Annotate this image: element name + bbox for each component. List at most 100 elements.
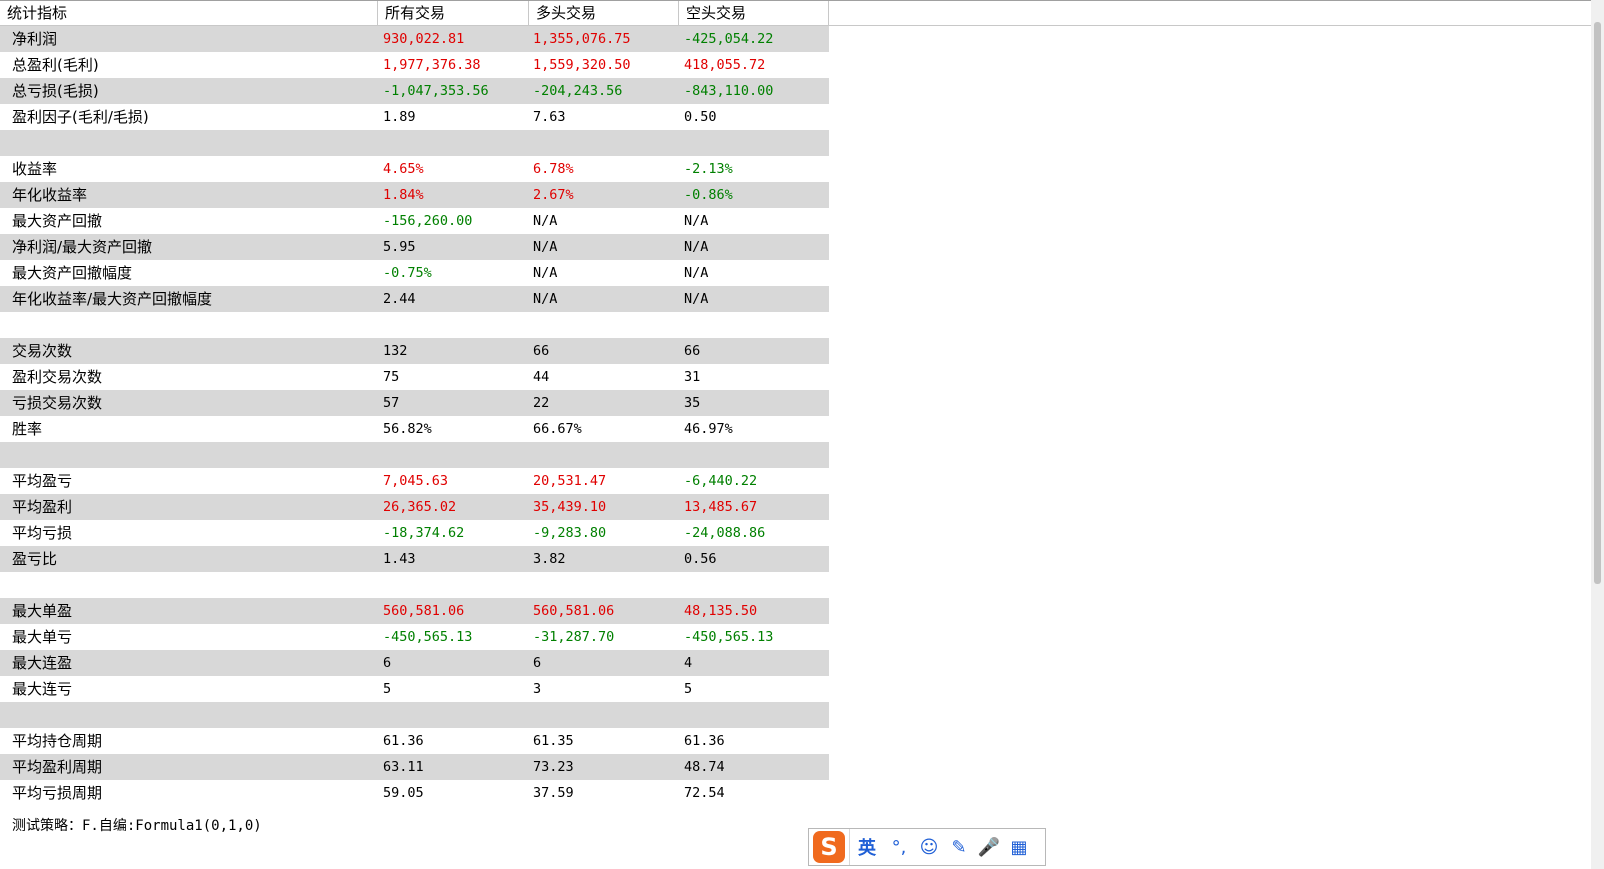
table-row[interactable]: 最大资产回撤 -156,260.00 N/A N/A: [0, 208, 829, 234]
metric-label: 年化收益率/最大资产回撤幅度: [12, 290, 213, 308]
metric-label: 最大连亏: [12, 680, 73, 698]
metric-label: 平均亏损周期: [12, 784, 103, 802]
value-short-trades: -6,440.22: [684, 473, 758, 489]
header-long-trades[interactable]: 多头交易: [529, 1, 679, 26]
table-row[interactable]: 年化收益率/最大资产回撤幅度 2.44 N/A N/A: [0, 286, 829, 312]
scrollbar-thumb[interactable]: [1594, 22, 1601, 584]
value-all-trades: [383, 702, 528, 728]
value-long-trades: [533, 312, 678, 338]
table-row[interactable]: 盈利因子(毛利/毛损) 1.89 7.63 0.50: [0, 104, 829, 130]
metric-label: 净利润: [12, 30, 58, 48]
header-all-trades[interactable]: 所有交易: [378, 1, 529, 26]
table-row[interactable]: 最大连盈 6 6 4: [0, 650, 829, 676]
table-row[interactable]: 最大连亏 5 3 5: [0, 676, 829, 702]
table-row[interactable]: 净利润 930,022.81 1,355,076.75 -425,054.22: [0, 26, 829, 52]
table-row[interactable]: 胜率 56.82% 66.67% 46.97%: [0, 416, 829, 442]
handwriting-pen-icon[interactable]: ✎: [944, 829, 974, 865]
table-row[interactable]: 平均盈利周期 63.11 73.23 48.74: [0, 754, 829, 780]
table-row[interactable]: 平均亏损 -18,374.62 -9,283.80 -24,088.86: [0, 520, 829, 546]
value-short-trades: 5: [684, 681, 693, 697]
value-long-trades: [533, 442, 678, 468]
metric-label: 盈亏比: [12, 550, 58, 568]
value-all-trades: -0.75%: [383, 265, 432, 281]
table-row[interactable]: 最大单亏 -450,565.13 -31,287.70 -450,565.13: [0, 624, 829, 650]
metric-label: 平均盈利: [12, 498, 73, 516]
value-short-trades: 48,135.50: [684, 603, 758, 619]
value-all-trades: 1.89: [383, 109, 416, 125]
value-short-trades: 48.74: [684, 759, 725, 775]
metric-label: 亏损交易次数: [12, 394, 103, 412]
table-row[interactable]: 年化收益率 1.84% 2.67% -0.86%: [0, 182, 829, 208]
metric-label: 净利润/最大资产回撤: [12, 238, 153, 256]
value-short-trades: -2.13%: [684, 161, 733, 177]
table-row[interactable]: 平均盈亏 7,045.63 20,531.47 -6,440.22: [0, 468, 829, 494]
value-long-trades: 3: [533, 681, 542, 697]
value-short-trades: 418,055.72: [684, 57, 766, 73]
header-short-trades[interactable]: 空头交易: [679, 1, 829, 26]
table-row[interactable]: 平均亏损周期 59.05 37.59 72.54: [0, 780, 829, 806]
table-row[interactable]: [0, 702, 829, 728]
table-row[interactable]: 平均盈利 26,365.02 35,439.10 13,485.67: [0, 494, 829, 520]
table-row[interactable]: 亏损交易次数 57 22 35: [0, 390, 829, 416]
table-row[interactable]: [0, 442, 829, 468]
ime-logo-glyph: S: [813, 831, 845, 863]
value-all-trades: 4.65%: [383, 161, 424, 177]
value-short-trades: [684, 572, 829, 598]
vertical-scrollbar[interactable]: [1591, 0, 1604, 869]
value-long-trades: 3.82: [533, 551, 566, 567]
value-short-trades: 35: [684, 395, 701, 411]
emoji-icon[interactable]: ☺: [914, 829, 944, 865]
table-row[interactable]: 盈亏比 1.43 3.82 0.56: [0, 546, 829, 572]
value-all-trades: 132: [383, 343, 408, 359]
table-row[interactable]: [0, 572, 829, 598]
value-long-trades: N/A: [533, 239, 558, 255]
microphone-icon[interactable]: 🎤: [974, 829, 1004, 865]
value-all-trades: 63.11: [383, 759, 424, 775]
value-long-trades: 1,559,320.50: [533, 57, 631, 73]
metric-label: 平均盈亏: [12, 472, 73, 490]
value-all-trades: 26,365.02: [383, 499, 457, 515]
value-all-trades: 1.84%: [383, 187, 424, 203]
value-long-trades: 6: [533, 655, 542, 671]
header-metric[interactable]: 统计指标: [0, 1, 378, 26]
value-short-trades: 66: [684, 343, 701, 359]
table-row[interactable]: 最大单盈 560,581.06 560,581.06 48,135.50: [0, 598, 829, 624]
metric-label: [12, 130, 372, 156]
value-long-trades: 1,355,076.75: [533, 31, 631, 47]
value-short-trades: -450,565.13: [684, 629, 774, 645]
table-row[interactable]: 净利润/最大资产回撤 5.95 N/A N/A: [0, 234, 829, 260]
value-all-trades: 930,022.81: [383, 31, 465, 47]
value-long-trades: -9,283.80: [533, 525, 607, 541]
table-row[interactable]: 总盈利(毛利) 1,977,376.38 1,559,320.50 418,055.7…: [0, 52, 829, 78]
value-long-trades: 7.63: [533, 109, 566, 125]
value-all-trades: 6: [383, 655, 392, 671]
value-all-trades: 59.05: [383, 785, 424, 801]
metric-label: [12, 442, 372, 468]
value-short-trades: 72.54: [684, 785, 725, 801]
value-long-trades: 2.67%: [533, 187, 574, 203]
table-row[interactable]: 平均持仓周期 61.36 61.35 61.36: [0, 728, 829, 754]
value-short-trades: -425,054.22: [684, 31, 774, 47]
metric-label: 最大资产回撤幅度: [12, 264, 133, 282]
value-long-trades: 66.67%: [533, 421, 582, 437]
toolbox-grid-icon[interactable]: ▦: [1004, 829, 1034, 865]
ime-language-toggle[interactable]: 英: [850, 829, 884, 865]
table-row[interactable]: [0, 312, 829, 338]
table-row[interactable]: 交易次数 132 66 66: [0, 338, 829, 364]
value-all-trades: 57: [383, 395, 400, 411]
table-row[interactable]: 总亏损(毛损) -1,047,353.56 -204,243.56 -843,110.…: [0, 78, 829, 104]
punctuation-icon[interactable]: °,: [884, 829, 914, 865]
table-row[interactable]: [0, 130, 829, 156]
value-all-trades: [383, 312, 528, 338]
metric-label: 平均盈利周期: [12, 758, 103, 776]
sogou-logo-icon[interactable]: S: [809, 829, 850, 865]
value-short-trades: 13,485.67: [684, 499, 758, 515]
metric-label: 收益率: [12, 160, 58, 178]
value-short-trades: -0.86%: [684, 187, 733, 203]
table-row[interactable]: 盈利交易次数 75 44 31: [0, 364, 829, 390]
metric-label: 最大单亏: [12, 628, 73, 646]
metric-label: [12, 702, 372, 728]
table-row[interactable]: 收益率 4.65% 6.78% -2.13%: [0, 156, 829, 182]
metric-label: [12, 312, 372, 338]
table-row[interactable]: 最大资产回撤幅度 -0.75% N/A N/A: [0, 260, 829, 286]
